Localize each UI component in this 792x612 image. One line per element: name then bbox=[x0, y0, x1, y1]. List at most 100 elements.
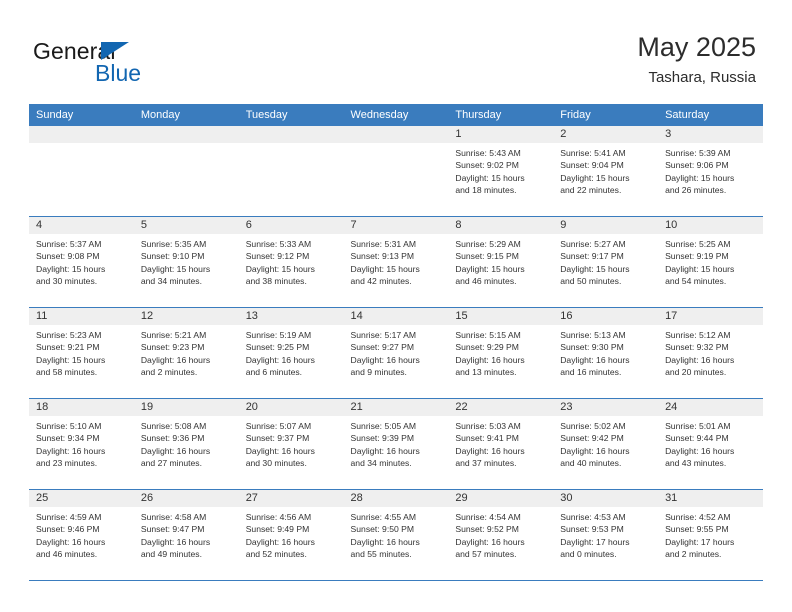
weekday-header-wednesday: Wednesday bbox=[343, 104, 449, 126]
day-number: 20 bbox=[238, 399, 344, 416]
calendar-cell-inner: 14 Sunrise: 5:17 AM Sunset: 9:27 PM Dayligh… bbox=[343, 308, 449, 398]
calendar-day-cell[interactable]: 1 Sunrise: 5:43 AM Sunset: 9:02 PM Daylight… bbox=[448, 126, 554, 217]
calendar-page: General Blue May 2025 Tashara, Russia Su… bbox=[0, 0, 792, 612]
calendar-day-cell[interactable]: 7 Sunrise: 5:31 AM Sunset: 9:13 PM Daylight… bbox=[343, 216, 449, 308]
calendar-cell-inner: 28 Sunrise: 4:55 AM Sunset: 9:50 PM Dayligh… bbox=[343, 490, 449, 580]
day-number: 2 bbox=[553, 126, 659, 143]
day-detail-line: Daylight: 15 hours bbox=[455, 172, 525, 183]
day-detail-line: Sunrise: 5:29 AM bbox=[455, 239, 521, 249]
calendar-day-cell[interactable]: 24 Sunrise: 5:01 AM Sunset: 9:44 PM Dayligh… bbox=[658, 398, 763, 490]
day-number: 7 bbox=[343, 217, 449, 234]
calendar-day-cell[interactable]: 9 Sunrise: 5:27 AM Sunset: 9:17 PM Daylight… bbox=[553, 216, 659, 308]
day-detail-line: Daylight: 15 hours bbox=[350, 263, 420, 274]
calendar-day-cell[interactable]: 17 Sunrise: 5:12 AM Sunset: 9:32 PM Dayligh… bbox=[658, 307, 763, 399]
calendar-week-row: 1 Sunrise: 5:43 AM Sunset: 9:02 PM Daylight… bbox=[29, 126, 763, 217]
day-detail-line: and 6 minutes. bbox=[245, 367, 303, 378]
day-number: 23 bbox=[553, 399, 659, 416]
calendar-day-cell[interactable]: 27 Sunrise: 4:56 AM Sunset: 9:49 PM Dayligh… bbox=[238, 489, 344, 581]
calendar-day-cell[interactable]: 31 Sunrise: 4:52 AM Sunset: 9:55 PM Dayligh… bbox=[658, 489, 763, 581]
calendar-day-cell[interactable]: 28 Sunrise: 4:55 AM Sunset: 9:50 PM Dayligh… bbox=[343, 489, 449, 581]
calendar-day-cell[interactable]: 18 Sunrise: 5:10 AM Sunset: 9:34 PM Dayligh… bbox=[29, 398, 134, 490]
day-details: Sunrise: 5:07 AM Sunset: 9:37 PM Daylight:… bbox=[239, 416, 344, 470]
calendar-day-cell[interactable]: 14 Sunrise: 5:17 AM Sunset: 9:27 PM Dayligh… bbox=[343, 307, 449, 399]
calendar-day-cell[interactable]: 2 Sunrise: 5:41 AM Sunset: 9:04 PM Daylight… bbox=[553, 126, 659, 217]
day-detail-line: and 27 minutes. bbox=[140, 458, 202, 469]
day-detail-line: Sunrise: 5:15 AM bbox=[455, 330, 521, 340]
day-detail-line: Sunset: 9:17 PM bbox=[560, 251, 624, 262]
calendar-day-cell[interactable]: 26 Sunrise: 4:58 AM Sunset: 9:47 PM Dayligh… bbox=[133, 489, 239, 581]
calendar-day-cell[interactable]: 16 Sunrise: 5:13 AM Sunset: 9:30 PM Dayligh… bbox=[553, 307, 659, 399]
day-details: Sunrise: 5:43 AM Sunset: 9:02 PM Daylight:… bbox=[448, 143, 553, 197]
calendar-cell-inner: 1 Sunrise: 5:43 AM Sunset: 9:02 PM Daylight… bbox=[448, 126, 554, 216]
day-detail-line: Sunset: 9:21 PM bbox=[36, 342, 100, 353]
day-detail-line: Sunrise: 5:05 AM bbox=[350, 421, 416, 431]
brand-logo[interactable]: General Blue bbox=[33, 38, 253, 88]
calendar-day-cell[interactable]: 11 Sunrise: 5:23 AM Sunset: 9:21 PM Dayligh… bbox=[29, 307, 134, 399]
day-number: 30 bbox=[553, 490, 659, 507]
calendar-day-cell[interactable]: 5 Sunrise: 5:35 AM Sunset: 9:10 PM Daylight… bbox=[133, 216, 239, 308]
calendar-cell-inner: 13 Sunrise: 5:19 AM Sunset: 9:25 PM Dayligh… bbox=[238, 308, 344, 398]
day-detail-line: and 0 minutes. bbox=[560, 549, 617, 560]
day-detail-line: and 57 minutes. bbox=[455, 549, 517, 560]
calendar-day-cell[interactable]: 13 Sunrise: 5:19 AM Sunset: 9:25 PM Dayligh… bbox=[238, 307, 344, 399]
day-detail-line: Daylight: 16 hours bbox=[245, 536, 315, 547]
day-detail-line: Daylight: 16 hours bbox=[140, 536, 211, 547]
calendar-day-cell[interactable]: 29 Sunrise: 4:54 AM Sunset: 9:52 PM Dayligh… bbox=[448, 489, 554, 581]
day-number: 31 bbox=[658, 490, 763, 507]
day-detail-line: Sunrise: 4:53 AM bbox=[560, 512, 626, 522]
day-detail-line: and 46 minutes. bbox=[455, 276, 517, 287]
calendar-day-cell[interactable]: 21 Sunrise: 5:05 AM Sunset: 9:39 PM Dayligh… bbox=[343, 398, 449, 490]
calendar-cell-inner: 30 Sunrise: 4:53 AM Sunset: 9:53 PM Dayligh… bbox=[553, 490, 659, 580]
calendar-day-cell[interactable]: 22 Sunrise: 5:03 AM Sunset: 9:41 PM Dayligh… bbox=[448, 398, 554, 490]
day-number: 26 bbox=[133, 490, 239, 507]
day-detail-line: Sunset: 9:30 PM bbox=[560, 342, 624, 353]
day-detail-line: and 9 minutes. bbox=[350, 367, 407, 378]
day-number: 11 bbox=[29, 308, 134, 325]
day-number: 5 bbox=[133, 217, 239, 234]
calendar-cell-empty bbox=[343, 126, 449, 217]
calendar-day-cell[interactable]: 8 Sunrise: 5:29 AM Sunset: 9:15 PM Daylight… bbox=[448, 216, 554, 308]
day-detail-line: Daylight: 16 hours bbox=[455, 354, 525, 365]
day-detail-line: Sunrise: 5:02 AM bbox=[560, 421, 626, 431]
calendar-day-cell[interactable]: 15 Sunrise: 5:15 AM Sunset: 9:29 PM Dayligh… bbox=[448, 307, 554, 399]
calendar-cell-inner: 10 Sunrise: 5:25 AM Sunset: 9:19 PM Dayligh… bbox=[658, 217, 763, 307]
location-subtitle: Tashara, Russia bbox=[648, 69, 756, 86]
day-detail-line: Sunrise: 5:12 AM bbox=[665, 330, 731, 340]
day-detail-line: Sunset: 9:25 PM bbox=[245, 342, 310, 353]
day-detail-line: Sunset: 9:06 PM bbox=[665, 160, 729, 171]
weekday-header-friday: Friday bbox=[553, 104, 659, 126]
day-detail-line: Daylight: 16 hours bbox=[455, 536, 525, 547]
day-number: 14 bbox=[343, 308, 449, 325]
day-details: Sunrise: 5:41 AM Sunset: 9:04 PM Daylight:… bbox=[553, 143, 658, 197]
day-detail-line: Sunrise: 5:43 AM bbox=[455, 148, 521, 158]
day-number bbox=[238, 126, 344, 143]
calendar-cell-inner: 15 Sunrise: 5:15 AM Sunset: 9:29 PM Dayligh… bbox=[448, 308, 554, 398]
calendar-cell-inner: 16 Sunrise: 5:13 AM Sunset: 9:30 PM Dayligh… bbox=[553, 308, 659, 398]
day-detail-line: Sunrise: 5:19 AM bbox=[245, 330, 312, 340]
calendar-cell-inner: 11 Sunrise: 5:23 AM Sunset: 9:21 PM Dayligh… bbox=[29, 308, 134, 398]
day-detail-line: and 50 minutes. bbox=[560, 276, 622, 287]
day-details: Sunrise: 5:27 AM Sunset: 9:17 PM Daylight:… bbox=[553, 234, 658, 288]
calendar-day-cell[interactable]: 6 Sunrise: 5:33 AM Sunset: 9:12 PM Daylight… bbox=[238, 216, 344, 308]
day-details: Sunrise: 5:12 AM Sunset: 9:32 PM Daylight:… bbox=[658, 325, 763, 379]
day-detail-line: Sunset: 9:46 PM bbox=[36, 524, 100, 535]
calendar-cell-inner: 27 Sunrise: 4:56 AM Sunset: 9:49 PM Dayligh… bbox=[238, 490, 344, 580]
day-details: Sunrise: 5:31 AM Sunset: 9:13 PM Daylight:… bbox=[344, 234, 449, 288]
calendar-day-cell[interactable]: 23 Sunrise: 5:02 AM Sunset: 9:42 PM Dayligh… bbox=[553, 398, 659, 490]
day-detail-line: and 16 minutes. bbox=[560, 367, 622, 378]
day-detail-line: Sunset: 9:12 PM bbox=[245, 251, 310, 262]
calendar-day-cell[interactable]: 3 Sunrise: 5:39 AM Sunset: 9:06 PM Daylight… bbox=[658, 126, 763, 217]
calendar-day-cell[interactable]: 4 Sunrise: 5:37 AM Sunset: 9:08 PM Daylight… bbox=[29, 216, 134, 308]
calendar-day-cell[interactable]: 19 Sunrise: 5:08 AM Sunset: 9:36 PM Dayligh… bbox=[133, 398, 239, 490]
day-detail-line: Sunrise: 5:07 AM bbox=[245, 421, 312, 431]
day-detail-line: Sunset: 9:27 PM bbox=[350, 342, 415, 353]
day-details: Sunrise: 4:53 AM Sunset: 9:53 PM Daylight:… bbox=[553, 507, 658, 561]
calendar-day-cell[interactable]: 25 Sunrise: 4:59 AM Sunset: 9:46 PM Dayligh… bbox=[29, 489, 134, 581]
calendar-day-cell[interactable]: 20 Sunrise: 5:07 AM Sunset: 9:37 PM Dayligh… bbox=[238, 398, 344, 490]
calendar-day-cell[interactable]: 12 Sunrise: 5:21 AM Sunset: 9:23 PM Dayligh… bbox=[133, 307, 239, 399]
day-detail-line: Sunrise: 4:52 AM bbox=[665, 512, 731, 522]
day-detail-line: Daylight: 16 hours bbox=[455, 445, 525, 456]
calendar-day-cell[interactable]: 10 Sunrise: 5:25 AM Sunset: 9:19 PM Dayligh… bbox=[658, 216, 763, 308]
day-detail-line: Daylight: 15 hours bbox=[560, 172, 630, 183]
calendar-day-cell[interactable]: 30 Sunrise: 4:53 AM Sunset: 9:53 PM Dayligh… bbox=[553, 489, 659, 581]
